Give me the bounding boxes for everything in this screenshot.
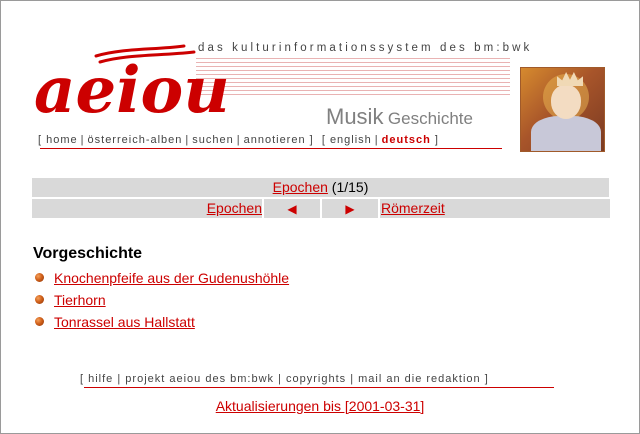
nav-home[interactable]: home: [46, 134, 78, 146]
bullet-icon: [35, 295, 44, 304]
list-item: Tierhorn: [35, 289, 289, 311]
footer-mail[interactable]: mail an die redaktion: [358, 373, 481, 385]
item-link[interactable]: Tonrassel aus Hallstatt: [54, 314, 195, 330]
update-link[interactable]: Aktualisierungen bis [2001-03-31]: [216, 398, 425, 414]
footer-underline: [84, 387, 554, 388]
update-info: Aktualisierungen bis [2001-03-31]: [0, 398, 640, 414]
epoch-next-cell: Römerzeit: [380, 199, 610, 218]
footer-navigation: [ hilfe | projekt aeiou des bm:bwk | cop…: [80, 373, 489, 385]
prev-arrow-icon[interactable]: ◀: [287, 202, 296, 216]
epochen-link[interactable]: Epochen: [273, 179, 328, 195]
next-arrow-icon[interactable]: ▶: [345, 202, 354, 216]
nav-oesterreich-alben[interactable]: österreich-alben: [88, 134, 183, 146]
nav-annotieren[interactable]: annotieren: [244, 134, 306, 146]
nav-underline: [40, 148, 502, 149]
epoch-prev-link[interactable]: Epochen: [207, 200, 262, 216]
header-portrait-image: [520, 67, 605, 152]
section-title: Vorgeschichte: [33, 245, 143, 262]
epoch-position: (1/15): [331, 179, 369, 195]
tagline: das kulturinformationssystem des bm:bwk: [198, 42, 533, 54]
epoch-bar: Epochen (1/15): [32, 178, 609, 197]
list-item: Knochenpfeife aus der Gudenushöhle: [35, 267, 289, 289]
header-stripes: [196, 58, 510, 98]
aeiou-logo[interactable]: aeiou: [34, 44, 234, 134]
item-list: Knochenpfeife aus der Gudenushöhle Tierh…: [35, 267, 289, 333]
item-link[interactable]: Knochenpfeife aus der Gudenushöhle: [54, 270, 289, 286]
lang-english[interactable]: english: [330, 134, 372, 146]
bullet-icon: [35, 273, 44, 282]
nav-suchen[interactable]: suchen: [192, 134, 233, 146]
footer-hilfe[interactable]: hilfe: [88, 373, 113, 385]
epoch-next-link[interactable]: Römerzeit: [381, 200, 445, 216]
lang-deutsch[interactable]: deutsch: [382, 134, 431, 146]
prev-arrow-cell: ◀: [264, 199, 320, 218]
bullet-icon: [35, 317, 44, 326]
footer-copyrights[interactable]: copyrights: [286, 373, 346, 385]
list-item: Tonrassel aus Hallstatt: [35, 311, 289, 333]
subtitle-main: Musik: [326, 104, 384, 129]
svg-text:aeiou: aeiou: [34, 53, 230, 128]
page-subtitle: Musik Geschichte: [326, 104, 473, 130]
item-link[interactable]: Tierhorn: [54, 292, 106, 308]
footer-projekt[interactable]: projekt aeiou des bm:bwk: [125, 373, 274, 385]
top-navigation: [ home | österreich-alben | suchen | annotiere…: [38, 134, 439, 146]
subtitle-sub: Geschichte: [387, 109, 473, 128]
epoch-prev-cell: Epochen: [32, 199, 262, 218]
next-arrow-cell: ▶: [322, 199, 378, 218]
epoch-nav-bar: Epochen ◀ ▶ Römerzeit: [32, 199, 610, 218]
